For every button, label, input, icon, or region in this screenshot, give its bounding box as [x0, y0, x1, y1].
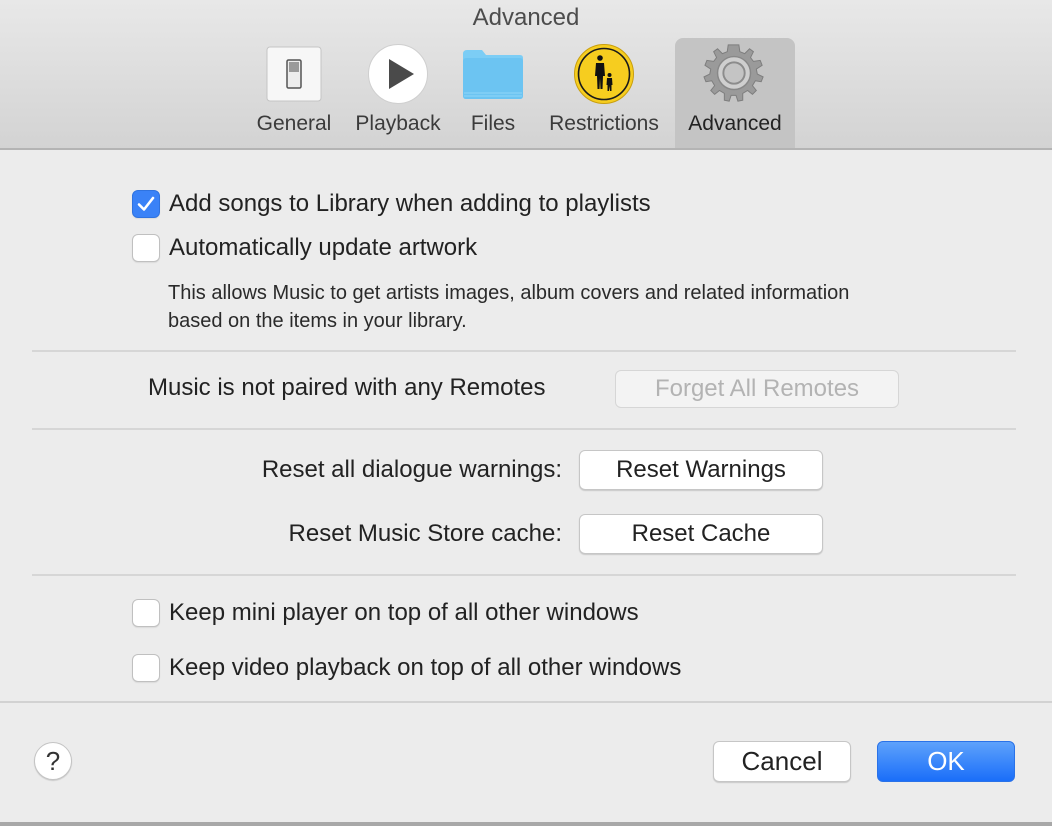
video-playback-label: Keep video playback on top of all other …	[169, 654, 682, 681]
tab-label: Advanced	[688, 112, 782, 135]
reset-warnings-button[interactable]: Reset Warnings	[579, 450, 823, 490]
update-artwork-checkbox[interactable]	[132, 234, 160, 262]
parental-controls-icon	[572, 38, 636, 110]
checkmark-icon	[137, 196, 155, 211]
tab-label: Files	[470, 112, 516, 135]
tab-restrictions[interactable]: Restrictions	[538, 38, 670, 148]
reset-cache-button[interactable]: Reset Cache	[579, 514, 823, 554]
play-icon	[366, 38, 430, 110]
tab-label: Playback	[355, 112, 441, 135]
tab-playback[interactable]: Playback	[348, 38, 448, 148]
mini-player-option: Keep mini player on top of all other win…	[132, 599, 639, 627]
preferences-toolbar: Advanced General Playback Files Restrict…	[0, 0, 1052, 150]
window-bottom-edge	[0, 822, 1052, 826]
cancel-button[interactable]: Cancel	[713, 741, 851, 782]
add-songs-checkbox[interactable]	[132, 190, 160, 218]
tab-advanced[interactable]: Advanced	[675, 38, 795, 148]
update-artwork-label: Automatically update artwork	[169, 234, 478, 261]
divider	[32, 574, 1016, 576]
remotes-status: Music is not paired with any Remotes	[148, 374, 546, 401]
folder-icon	[461, 38, 525, 110]
switch-icon	[262, 38, 326, 110]
mini-player-label: Keep mini player on top of all other win…	[169, 599, 639, 626]
gear-icon	[703, 38, 767, 110]
add-songs-option: Add songs to Library when adding to play…	[132, 190, 651, 218]
tab-general[interactable]: General	[250, 38, 338, 148]
artwork-description: This allows Music to get artists images,…	[168, 282, 850, 332]
window-title: Advanced	[472, 4, 580, 31]
forget-all-remotes-button[interactable]: Forget All Remotes	[615, 370, 899, 408]
tab-files[interactable]: Files	[458, 38, 528, 148]
mini-player-checkbox[interactable]	[132, 599, 160, 627]
update-artwork-option: Automatically update artwork	[132, 234, 477, 262]
tab-label: General	[256, 112, 332, 135]
reset-warnings-label: Reset all dialogue warnings:	[261, 456, 562, 483]
tab-label: Restrictions	[549, 112, 659, 135]
divider	[32, 428, 1016, 430]
video-playback-option: Keep video playback on top of all other …	[132, 654, 681, 682]
video-playback-checkbox[interactable]	[132, 654, 160, 682]
add-songs-label: Add songs to Library when adding to play…	[169, 190, 651, 217]
divider	[32, 350, 1016, 352]
reset-cache-label: Reset Music Store cache:	[288, 520, 562, 547]
help-button[interactable]: ?	[34, 742, 72, 780]
footer-divider	[0, 701, 1052, 703]
ok-button[interactable]: OK	[877, 741, 1015, 782]
